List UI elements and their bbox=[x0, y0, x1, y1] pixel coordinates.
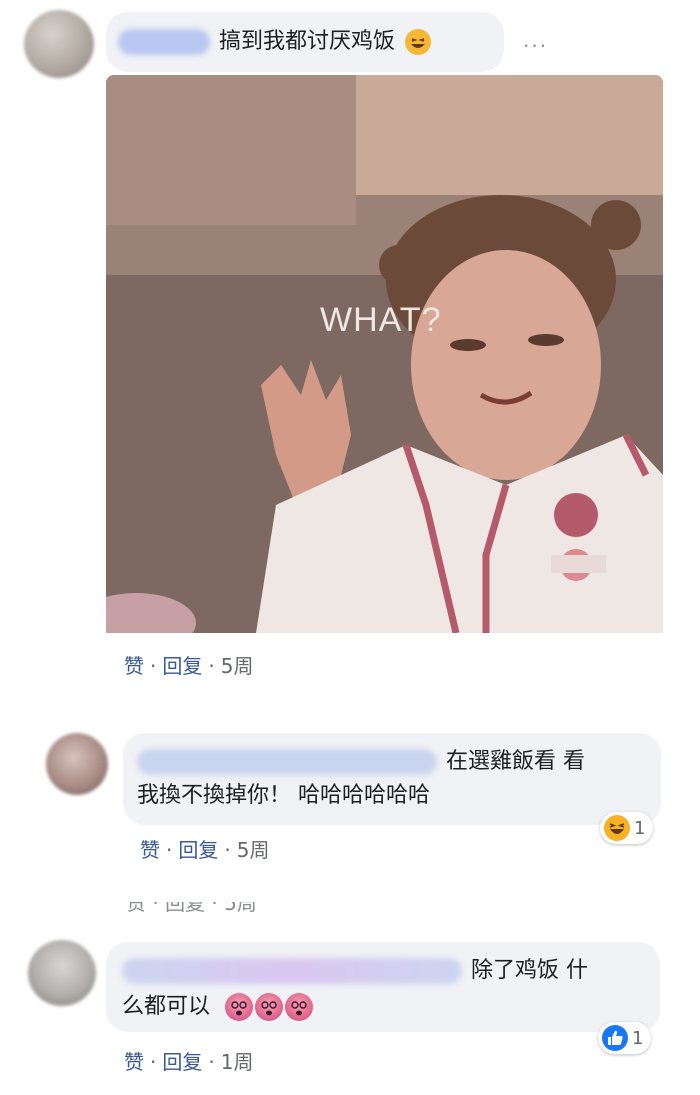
comment1-more-icon[interactable]: ··· bbox=[523, 34, 548, 58]
reply2-author-name[interactable] bbox=[122, 958, 462, 984]
reply2-avatar[interactable] bbox=[28, 940, 96, 1006]
comment1-reply-button[interactable]: 回复 bbox=[162, 654, 202, 678]
separator-dot: · bbox=[208, 654, 215, 678]
reply2-reactions[interactable]: 1 bbox=[598, 1022, 652, 1054]
gif-caption: WHAT? bbox=[320, 301, 442, 339]
separator-dot: · bbox=[208, 1050, 215, 1074]
comment1-like-button[interactable]: 赞 bbox=[124, 654, 144, 678]
reply1-timestamp[interactable]: 5周 bbox=[237, 838, 270, 862]
reply1-author-name[interactable] bbox=[137, 749, 437, 775]
reply1-bubble: 在選雞飯看 看 我換不換掉你！ 哈哈哈哈哈哈 bbox=[123, 733, 661, 825]
reply2-actions: 赞 · 回复 · 1周 bbox=[124, 1046, 253, 1075]
comment1-text: 搞到我都讨厌鸡饭 bbox=[219, 29, 396, 54]
dizzy-face-emoji-icon bbox=[255, 993, 284, 1021]
dizzy-face-emoji-icon bbox=[225, 993, 254, 1021]
reply1-like-button[interactable]: 赞 bbox=[140, 838, 160, 862]
reply1-reactions[interactable]: 1 bbox=[600, 812, 654, 844]
dizzy-face-emoji-icon bbox=[285, 993, 314, 1021]
reply2-reply-button[interactable]: 回复 bbox=[162, 1050, 202, 1074]
comment1-bubble: 搞到我都讨厌鸡饭 bbox=[106, 12, 504, 72]
reply2-text-line2: 么都可以 bbox=[122, 994, 211, 1019]
separator-dot: · bbox=[224, 838, 231, 862]
reply1-text-line1: 在選雞飯看 看 bbox=[446, 749, 585, 774]
like-reaction-icon bbox=[602, 1025, 628, 1051]
separator-dot: · bbox=[166, 838, 173, 862]
comment1-avatar[interactable] bbox=[24, 10, 94, 78]
reply2-bubble: 除了鸡饭 什 么都可以 bbox=[106, 942, 660, 1032]
comment1-actions: 赞 · 回复 · 5周 bbox=[124, 650, 253, 679]
reply1-reply-button[interactable]: 回复 bbox=[178, 838, 218, 862]
reply1-avatar[interactable] bbox=[46, 733, 108, 795]
laughing-emoji-icon bbox=[405, 29, 432, 55]
comment1-gif-attachment[interactable]: WHAT? bbox=[106, 75, 663, 633]
reply1-actions: 赞 · 回复 · 5周 bbox=[140, 834, 269, 863]
separator-dot: · bbox=[150, 1050, 157, 1074]
clipped-actions-text: 赞 · 回复 · 5周 bbox=[126, 902, 257, 914]
reply1-text-line2: 我換不換掉你！ 哈哈哈哈哈哈 bbox=[137, 783, 430, 808]
comment1-timestamp[interactable]: 5周 bbox=[221, 654, 254, 678]
reply2-reaction-count: 1 bbox=[632, 1027, 644, 1049]
reply2-timestamp[interactable]: 1周 bbox=[221, 1050, 254, 1074]
reply2-text-line1: 除了鸡饭 什 bbox=[471, 958, 588, 983]
comment1-author-name[interactable] bbox=[118, 29, 210, 55]
reply2-like-button[interactable]: 赞 bbox=[124, 1050, 144, 1074]
reply1-reaction-count: 1 bbox=[634, 817, 646, 839]
separator-dot: · bbox=[150, 654, 157, 678]
clipped-actions-row: 赞 · 回复 · 5周 bbox=[126, 902, 257, 914]
haha-reaction-icon bbox=[604, 815, 630, 841]
